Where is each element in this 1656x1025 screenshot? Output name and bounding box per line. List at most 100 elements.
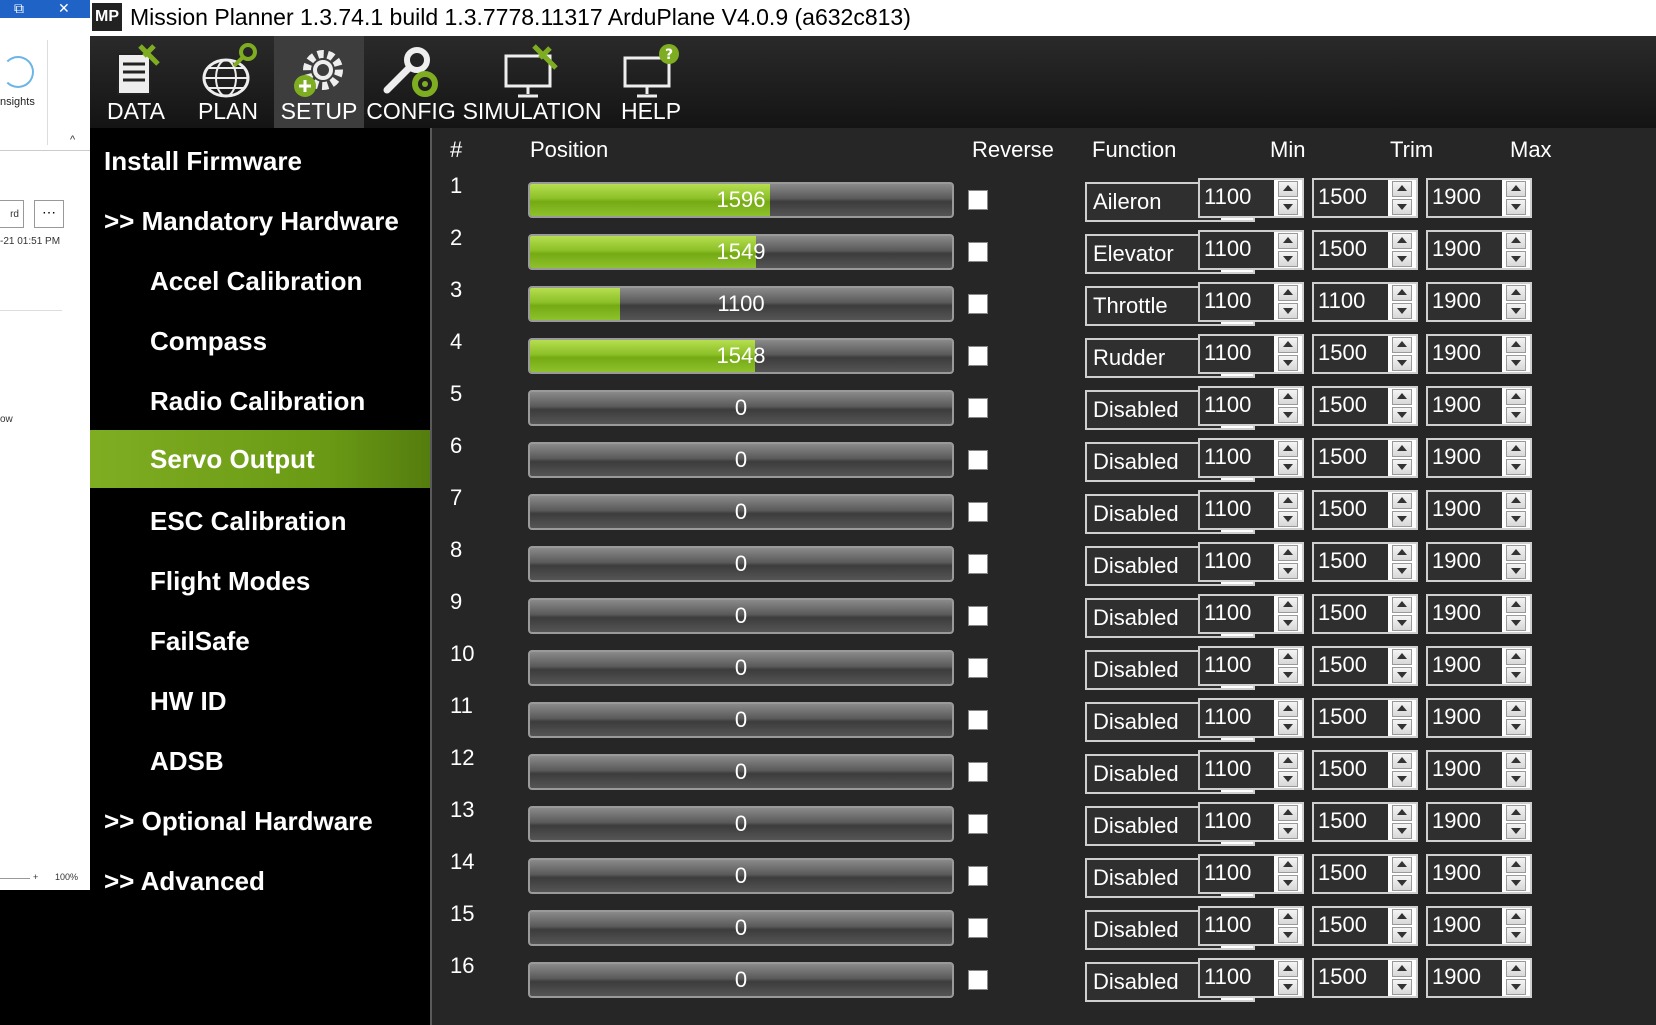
- reverse-checkbox[interactable]: [968, 918, 988, 938]
- spin-up-icon[interactable]: [1392, 909, 1412, 925]
- spin-up-icon[interactable]: [1392, 961, 1412, 977]
- spin-down-icon[interactable]: [1392, 823, 1412, 839]
- spin-down-icon[interactable]: [1392, 459, 1412, 475]
- close-icon[interactable]: ✕: [58, 0, 70, 16]
- min-spinner[interactable]: [1274, 648, 1302, 684]
- spin-up-icon[interactable]: [1278, 597, 1298, 613]
- spin-up-icon[interactable]: [1506, 753, 1526, 769]
- min-input[interactable]: 1100: [1198, 854, 1304, 894]
- trim-input[interactable]: 1500: [1312, 906, 1418, 946]
- spin-down-icon[interactable]: [1392, 511, 1412, 527]
- min-input[interactable]: 1100: [1198, 438, 1304, 478]
- spin-down-icon[interactable]: [1392, 563, 1412, 579]
- trim-input[interactable]: 1500: [1312, 334, 1418, 374]
- trim-input[interactable]: 1500: [1312, 646, 1418, 686]
- spin-up-icon[interactable]: [1506, 909, 1526, 925]
- trim-input[interactable]: 1500: [1312, 958, 1418, 998]
- spin-up-icon[interactable]: [1506, 337, 1526, 353]
- toolbar-plan-button[interactable]: PLAN: [182, 36, 274, 128]
- spin-up-icon[interactable]: [1278, 701, 1298, 717]
- spin-up-icon[interactable]: [1506, 545, 1526, 561]
- spin-down-icon[interactable]: [1506, 251, 1526, 267]
- max-input[interactable]: 1900: [1426, 750, 1532, 790]
- max-input[interactable]: 1900: [1426, 178, 1532, 218]
- reverse-checkbox[interactable]: [968, 450, 988, 470]
- max-spinner[interactable]: [1502, 960, 1530, 996]
- spin-down-icon[interactable]: [1392, 771, 1412, 787]
- spin-down-icon[interactable]: [1392, 875, 1412, 891]
- spin-down-icon[interactable]: [1392, 979, 1412, 995]
- toolbar-config-button[interactable]: CONFIG: [364, 36, 458, 128]
- trim-spinner[interactable]: [1388, 596, 1416, 632]
- spin-down-icon[interactable]: [1506, 511, 1526, 527]
- spin-up-icon[interactable]: [1392, 233, 1412, 249]
- zoom-in-icon[interactable]: +: [33, 872, 38, 882]
- spin-up-icon[interactable]: [1392, 545, 1412, 561]
- min-spinner[interactable]: [1274, 856, 1302, 892]
- spin-up-icon[interactable]: [1392, 649, 1412, 665]
- max-input[interactable]: 1900: [1426, 438, 1532, 478]
- reverse-checkbox[interactable]: [968, 502, 988, 522]
- spin-up-icon[interactable]: [1506, 233, 1526, 249]
- spin-up-icon[interactable]: [1392, 285, 1412, 301]
- min-input[interactable]: 1100: [1198, 802, 1304, 842]
- trim-input[interactable]: 1500: [1312, 802, 1418, 842]
- min-spinner[interactable]: [1274, 908, 1302, 944]
- spin-down-icon[interactable]: [1506, 407, 1526, 423]
- reverse-checkbox[interactable]: [968, 658, 988, 678]
- trim-spinner[interactable]: [1388, 648, 1416, 684]
- max-spinner[interactable]: [1502, 596, 1530, 632]
- spin-up-icon[interactable]: [1506, 597, 1526, 613]
- spin-down-icon[interactable]: [1392, 199, 1412, 215]
- spin-up-icon[interactable]: [1506, 857, 1526, 873]
- spin-up-icon[interactable]: [1506, 701, 1526, 717]
- spin-down-icon[interactable]: [1506, 667, 1526, 683]
- toolbar-data-button[interactable]: DATA: [90, 36, 182, 128]
- spin-down-icon[interactable]: [1392, 667, 1412, 683]
- spin-up-icon[interactable]: [1506, 649, 1526, 665]
- reverse-checkbox[interactable]: [968, 762, 988, 782]
- spin-up-icon[interactable]: [1278, 233, 1298, 249]
- trim-input[interactable]: 1100: [1312, 282, 1418, 322]
- reverse-checkbox[interactable]: [968, 710, 988, 730]
- spin-up-icon[interactable]: [1392, 389, 1412, 405]
- spin-up-icon[interactable]: [1506, 285, 1526, 301]
- min-input[interactable]: 1100: [1198, 594, 1304, 634]
- spin-down-icon[interactable]: [1278, 511, 1298, 527]
- spin-down-icon[interactable]: [1392, 251, 1412, 267]
- trim-spinner[interactable]: [1388, 856, 1416, 892]
- spin-down-icon[interactable]: [1506, 875, 1526, 891]
- max-spinner[interactable]: [1502, 700, 1530, 736]
- spin-down-icon[interactable]: [1506, 615, 1526, 631]
- spin-down-icon[interactable]: [1278, 875, 1298, 891]
- max-spinner[interactable]: [1502, 284, 1530, 320]
- spin-down-icon[interactable]: [1278, 355, 1298, 371]
- spin-down-icon[interactable]: [1392, 303, 1412, 319]
- max-spinner[interactable]: [1502, 648, 1530, 684]
- trim-input[interactable]: 1500: [1312, 490, 1418, 530]
- min-input[interactable]: 1100: [1198, 698, 1304, 738]
- trim-spinner[interactable]: [1388, 804, 1416, 840]
- spin-down-icon[interactable]: [1278, 823, 1298, 839]
- spin-down-icon[interactable]: [1278, 927, 1298, 943]
- min-spinner[interactable]: [1274, 180, 1302, 216]
- spin-down-icon[interactable]: [1506, 979, 1526, 995]
- trim-input[interactable]: 1500: [1312, 854, 1418, 894]
- trim-input[interactable]: 1500: [1312, 698, 1418, 738]
- sidebar-item-optional-hardware[interactable]: >> Optional Hardware: [90, 792, 444, 850]
- min-input[interactable]: 1100: [1198, 386, 1304, 426]
- min-spinner[interactable]: [1274, 388, 1302, 424]
- trim-spinner[interactable]: [1388, 908, 1416, 944]
- max-spinner[interactable]: [1502, 752, 1530, 788]
- max-input[interactable]: 1900: [1426, 490, 1532, 530]
- spin-up-icon[interactable]: [1278, 493, 1298, 509]
- spin-down-icon[interactable]: [1278, 251, 1298, 267]
- spin-up-icon[interactable]: [1506, 493, 1526, 509]
- spin-down-icon[interactable]: [1278, 771, 1298, 787]
- spin-up-icon[interactable]: [1278, 961, 1298, 977]
- min-spinner[interactable]: [1274, 960, 1302, 996]
- spin-down-icon[interactable]: [1278, 303, 1298, 319]
- max-spinner[interactable]: [1502, 232, 1530, 268]
- max-input[interactable]: 1900: [1426, 698, 1532, 738]
- spin-up-icon[interactable]: [1506, 389, 1526, 405]
